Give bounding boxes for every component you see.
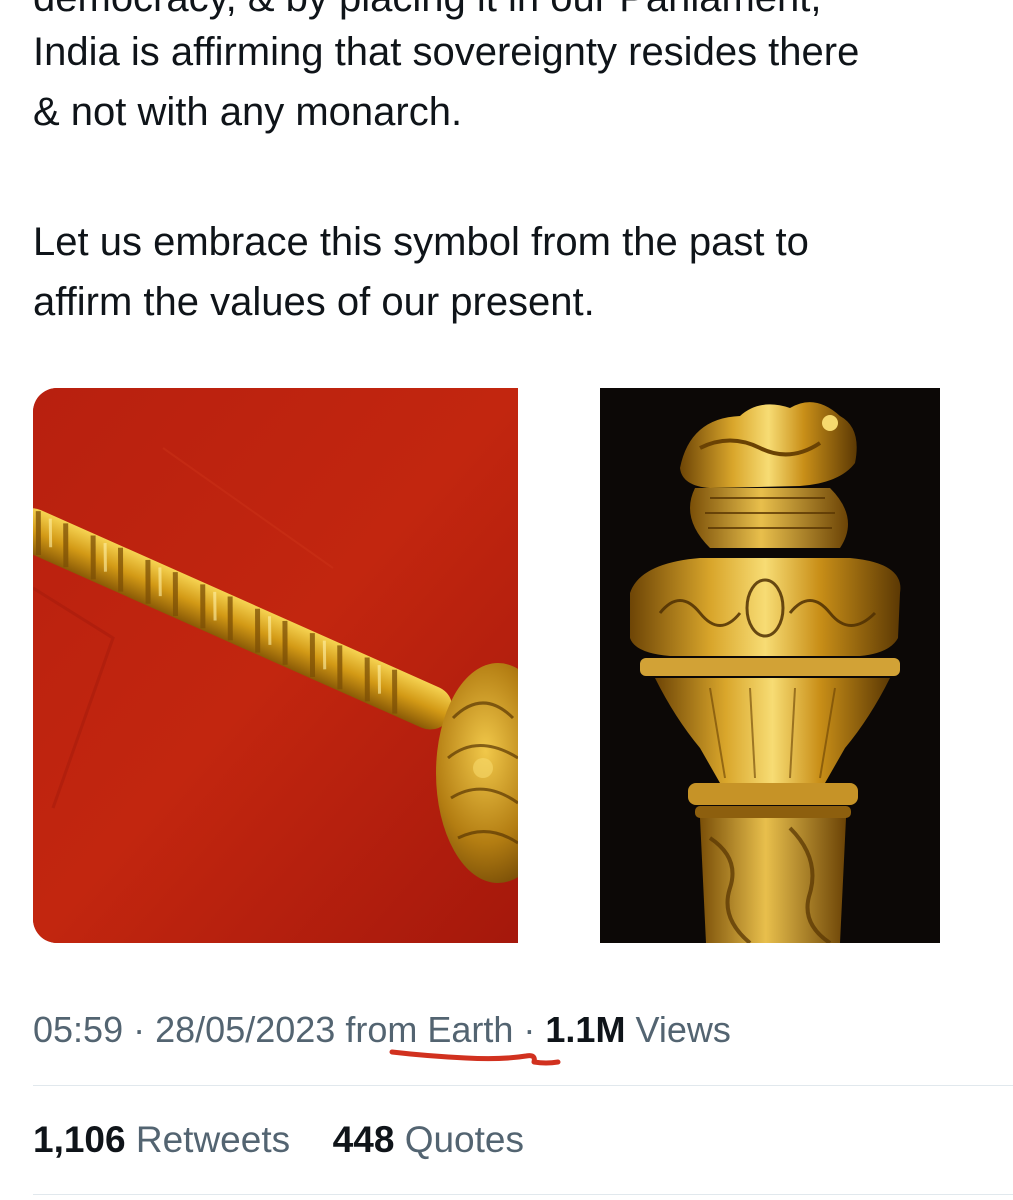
tweet-text-cut-line: democracy, & by placing it in our Parlia…: [33, 0, 822, 22]
tweet-paragraph-2: Let us embrace this symbol from the past…: [33, 212, 993, 332]
tweet-stats: 1,106 Retweets 448 Quotes: [33, 1115, 524, 1165]
tweet-image-sceptre-shaft[interactable]: [33, 388, 518, 943]
sceptre-head-illustration: [600, 388, 962, 943]
tweet-paragraph-1-line-2: & not with any monarch.: [33, 90, 463, 134]
tweet-date[interactable]: 28/05/2023: [155, 1009, 335, 1050]
quotes-label[interactable]: Quotes: [405, 1119, 524, 1160]
tweet-media-grid: [33, 388, 998, 943]
retweets-label[interactable]: Retweets: [136, 1119, 290, 1160]
tweet-paragraph-1: India is affirming that sovereignty resi…: [33, 22, 993, 142]
retweets-count[interactable]: 1,106: [33, 1119, 126, 1160]
red-underline-annotation: [389, 1049, 561, 1066]
quotes-count[interactable]: 448: [333, 1119, 395, 1160]
views-label: Views: [635, 1009, 731, 1050]
tweet-paragraph-2-line-2: affirm the values of our present.: [33, 280, 595, 324]
tweet-time[interactable]: 05:59: [33, 1009, 123, 1050]
sceptre-shaft-illustration: [33, 388, 518, 943]
divider: [33, 1085, 1013, 1086]
tweet-paragraph-2-line-1: Let us embrace this symbol from the past…: [33, 220, 809, 264]
tweet-text: India is affirming that sovereignty resi…: [33, 22, 993, 402]
tweet-paragraph-1-line-1: India is affirming that sovereignty resi…: [33, 30, 860, 74]
tweet-meta: 05:59 · 28/05/2023 from Earth · 1.1M Vie…: [33, 1005, 731, 1055]
tweet-image-sceptre-head[interactable]: [600, 388, 962, 943]
meta-separator: ·: [133, 1009, 146, 1050]
divider-bottom: [33, 1194, 1013, 1195]
